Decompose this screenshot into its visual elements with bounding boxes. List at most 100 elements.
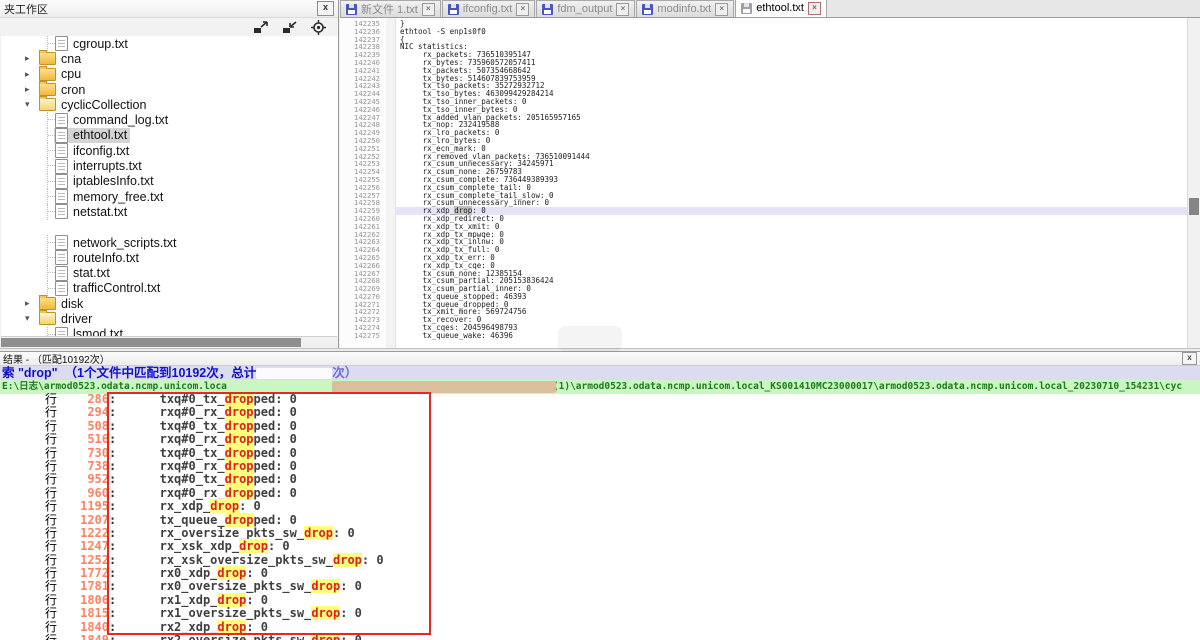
tab-ifconfig-txt[interactable]: ifconfig.txt×: [442, 0, 536, 17]
editor-tab-bar: 新文件 1.txt×ifconfig.txt×fdm_output×modinf…: [340, 0, 1200, 18]
tree-item[interactable]: cgroup.txt: [54, 36, 131, 51]
tree-item[interactable]: iptablesInfo.txt: [54, 174, 157, 189]
tree-file-row[interactable]: netstat.txt: [1, 204, 338, 219]
editor-panel: 新文件 1.txt×ifconfig.txt×fdm_output×modinf…: [340, 0, 1200, 352]
tree-item[interactable]: trafficControl.txt: [54, 281, 163, 296]
tree-item[interactable]: network_scripts.txt: [54, 235, 180, 250]
workspace-toolbar: [0, 18, 338, 37]
expand-all-icon[interactable]: [253, 21, 269, 34]
code-line: rx_xdp_tx_mpwqe: 0: [400, 231, 1188, 239]
editor-body[interactable]: 1422351422361422371422381422391422401422…: [340, 18, 1200, 352]
notepadpp-window: 夹工作区 x cgroup.txt▸cna▸cpu▸cron▾cyclicCol…: [0, 0, 1200, 640]
tab--1-txt[interactable]: 新文件 1.txt×: [340, 0, 441, 17]
fold-margin: [386, 18, 396, 352]
workspace-horizontal-scrollbar[interactable]: [1, 336, 337, 348]
tree-item[interactable]: cpu: [38, 67, 84, 82]
result-row-label: 行: [0, 567, 57, 580]
tab-fdm-output[interactable]: fdm_output×: [536, 0, 635, 17]
tree-file-row[interactable]: ifconfig.txt: [1, 143, 338, 158]
results-close-icon[interactable]: x: [1182, 352, 1197, 365]
tab-modinfo-txt[interactable]: modinfo.txt×: [636, 0, 734, 17]
tree-item-label: lsmod.txt: [73, 327, 123, 336]
workspace-panel: 夹工作区 x cgroup.txt▸cna▸cpu▸cron▾cyclicCol…: [0, 0, 339, 348]
workspace-file-tree: cgroup.txt▸cna▸cpu▸cron▾cyclicCollection…: [1, 36, 338, 336]
tab-close-icon[interactable]: ×: [616, 3, 629, 16]
chevron-right-icon[interactable]: ▸: [25, 298, 38, 309]
tab-close-icon[interactable]: ×: [422, 3, 435, 16]
result-line-number: 508: [57, 420, 109, 433]
tree-file-row[interactable]: ethtool.txt: [1, 128, 338, 143]
tree-item[interactable]: stat.txt: [54, 266, 113, 281]
code-line: rx_xdp_drop: 0: [400, 207, 1188, 215]
file-icon: [55, 204, 68, 219]
folder-icon: [39, 52, 56, 65]
tab-close-icon[interactable]: ×: [808, 2, 821, 15]
chevron-down-icon[interactable]: ▾: [25, 99, 38, 110]
tree-item[interactable]: interrupts.txt: [54, 159, 145, 174]
tree-file-row[interactable]: cgroup.txt: [1, 36, 338, 51]
collapse-all-icon[interactable]: [282, 21, 298, 34]
tree-folder-row[interactable]: ▸disk: [1, 296, 338, 311]
tree-item[interactable]: disk: [38, 296, 86, 311]
result-row-label: 行: [0, 514, 57, 527]
result-row-label: 行: [0, 473, 57, 486]
tree-folder-row[interactable]: ▾cyclicCollection: [1, 97, 338, 112]
tree-folder-row[interactable]: ▸ cron: [1, 82, 338, 97]
tab-close-icon[interactable]: ×: [715, 3, 728, 16]
file-icon: [55, 143, 68, 158]
save-icon: [542, 4, 553, 15]
result-line-number: 1840: [57, 621, 109, 634]
result-row-label: 行: [0, 487, 57, 500]
tree-item[interactable]: ifconfig.txt: [54, 143, 132, 158]
chevron-right-icon[interactable]: ▸: [25, 53, 38, 64]
tree-file-row[interactable]: lsmod.txt: [1, 327, 338, 336]
tree-file-row[interactable]: trafficControl.txt: [1, 281, 338, 296]
tree-folder-row[interactable]: ▸cna: [1, 51, 338, 66]
tree-item-label: cron: [61, 83, 85, 97]
result-line-number: 516: [57, 433, 109, 446]
tree-folder-row[interactable]: ▸cpu: [1, 67, 338, 82]
tree-file-row[interactable]: stat.txt: [1, 265, 338, 280]
tree-item[interactable]: cna: [38, 51, 84, 66]
locate-current-file-icon[interactable]: [311, 20, 326, 35]
tree-file-row[interactable]: network_scripts.txt: [1, 235, 338, 250]
scrollbar-thumb[interactable]: [1189, 198, 1199, 215]
tree-item-label: driver: [61, 312, 92, 326]
code-line: }: [400, 20, 1188, 28]
chevron-down-icon[interactable]: ▾: [25, 313, 38, 324]
tree-file-row[interactable]: interrupts.txt: [1, 158, 338, 173]
workspace-close-icon[interactable]: x: [317, 1, 334, 16]
tree-folder-row[interactable]: ▾ driver: [1, 311, 338, 326]
tree-item[interactable]: lsmod.txt: [54, 327, 126, 336]
tab-ethtool-txt[interactable]: ethtool.txt×: [735, 0, 827, 17]
code-line: tx_queue_wake: 46396: [400, 332, 1188, 340]
tree-item[interactable]: routeInfo.txt: [54, 250, 142, 265]
tree-item[interactable]: command_log.txt: [54, 113, 171, 128]
tree-file-row[interactable]: memory_free.txt: [1, 189, 338, 204]
scrollbar-thumb[interactable]: [1, 338, 301, 347]
file-icon: [55, 327, 68, 336]
editor-text[interactable]: }ethtool -S enp1s0f0{NIC statistics: rx_…: [400, 20, 1188, 352]
code-line: rx_xdp_tx_err: 0: [400, 254, 1188, 262]
result-line-number: 1207: [57, 514, 109, 527]
tree-item[interactable]: cron: [38, 82, 88, 97]
tree-file-row[interactable]: routeInfo.txt: [1, 250, 338, 265]
code-line: rx_lro_bytes: 0: [400, 137, 1188, 145]
tree-item[interactable]: driver: [38, 311, 95, 326]
tree-item[interactable]: cyclicCollection: [38, 97, 149, 112]
chevron-right-icon[interactable]: ▸: [25, 69, 38, 80]
tree-item[interactable]: netstat.txt: [54, 204, 130, 219]
tab-close-icon[interactable]: ×: [516, 3, 529, 16]
chevron-right-icon[interactable]: ▸: [25, 84, 38, 95]
tree-item-label: command_log.txt: [73, 113, 168, 127]
file-icon: [55, 174, 68, 189]
tree-item[interactable]: memory_free.txt: [54, 189, 166, 204]
editor-vertical-scrollbar[interactable]: [1187, 18, 1200, 352]
tree-file-row[interactable]: command_log.txt: [1, 112, 338, 127]
tree-row-redacted[interactable]: [1, 220, 338, 235]
search-summary-line[interactable]: 索 "drop" （1个文件中匹配到10192次，总计次）: [0, 366, 1200, 380]
tree-file-row[interactable]: iptablesInfo.txt: [1, 174, 338, 189]
tree-item[interactable]: ethtool.txt: [54, 128, 130, 143]
tree-item-label: cgroup.txt: [73, 37, 128, 51]
result-line-number: 1849: [57, 634, 109, 640]
